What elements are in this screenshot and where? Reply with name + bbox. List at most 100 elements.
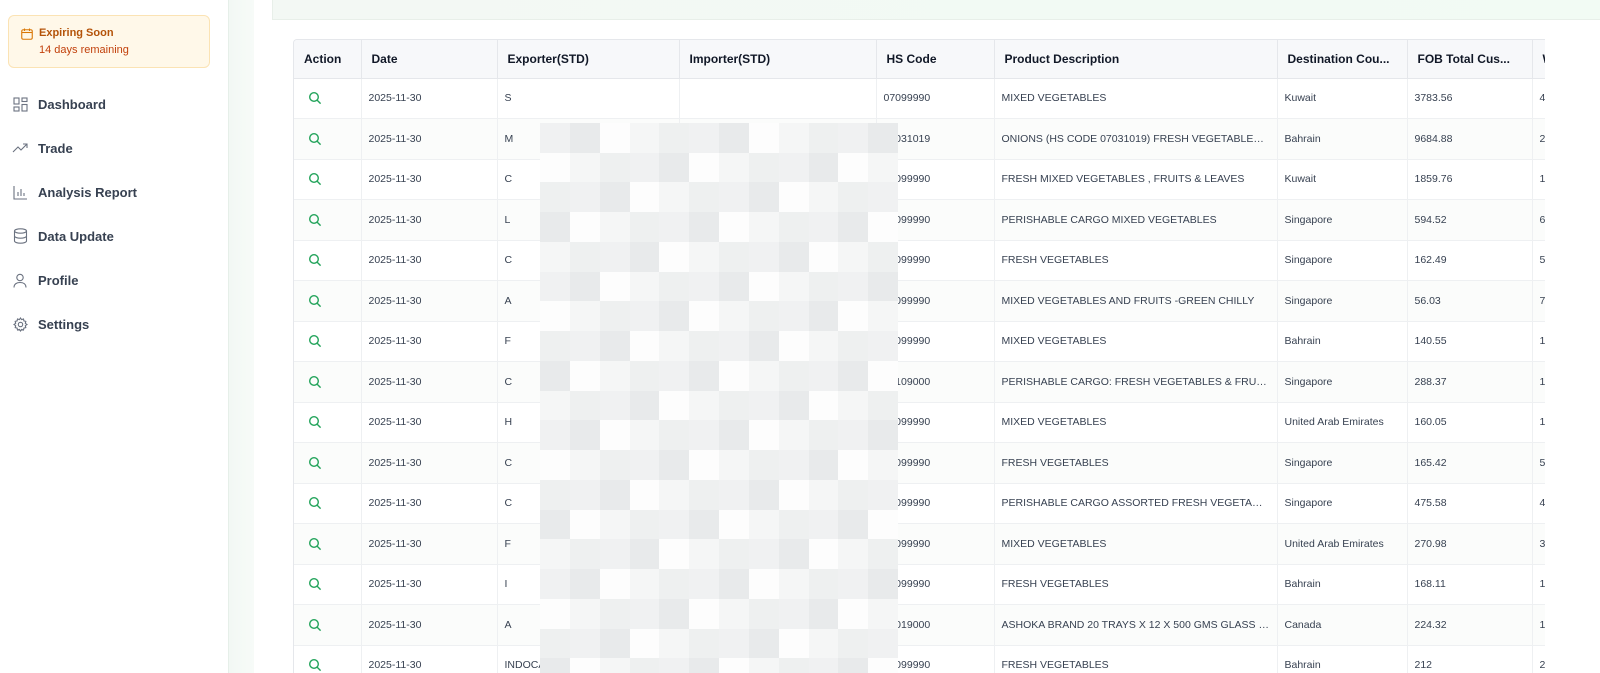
table-row[interactable]: 2025-11-30 M 07031019 ONIONS (HS CODE 07031… <box>294 118 1545 160</box>
table-row[interactable]: 2025-11-30 A S 07099990 MIXED VEGETABLES AND… <box>294 280 1545 322</box>
sidebar-item-trade[interactable]: Trade <box>0 126 228 170</box>
row-view-action[interactable] <box>294 564 362 605</box>
expiry-subtitle: 14 days remaining <box>39 44 129 56</box>
row-view-action[interactable] <box>294 361 362 403</box>
cell-product-description: MIXED VEGETABLES AND FRUITS -GREEN CHILL… <box>994 280 1278 322</box>
table-row[interactable]: 2025-11-30 F 07099990 MIXED VEGETABLES Unite… <box>294 523 1545 565</box>
column-header-date[interactable]: Date <box>361 40 498 79</box>
search-icon[interactable] <box>308 456 322 469</box>
table-row[interactable]: 2025-11-30 S 07099990 MIXED VEGETABLES Kuwai… <box>294 78 1545 119</box>
cell-hs-code: 07099990 <box>876 483 995 524</box>
table-row[interactable]: 2025-11-30 A 20019000 ASHOKA BRAND 20 TRAYS… <box>294 604 1545 646</box>
sidebar-item-settings[interactable]: Settings <box>0 302 228 346</box>
row-view-action[interactable] <box>294 280 362 322</box>
cell-exporter: C <box>497 361 680 403</box>
search-icon[interactable] <box>308 416 322 429</box>
row-view-action[interactable] <box>294 442 362 484</box>
cell-product-description: ASHOKA BRAND 20 TRAYS X 12 X 500 GMS GLA… <box>994 604 1278 646</box>
column-header-fob-total[interactable]: FOB Total Cus... <box>1407 40 1533 79</box>
row-view-action[interactable] <box>294 240 362 281</box>
cell-date: 2025-11-30 <box>361 361 498 403</box>
table-row[interactable]: 2025-11-30 C. 07099990 FRESH MIXED VEGETABL… <box>294 159 1545 200</box>
search-icon[interactable] <box>308 92 322 105</box>
row-view-action[interactable] <box>294 645 362 673</box>
search-icon[interactable] <box>308 375 322 388</box>
row-view-action[interactable] <box>294 321 362 362</box>
column-header-product-description[interactable]: Product Description <box>994 40 1278 79</box>
sidebar-item-analysis-report[interactable]: Analysis Report <box>0 170 228 214</box>
column-header-w[interactable]: W <box>1532 40 1545 79</box>
table-row[interactable]: 2025-11-30 C 07109000 PERISHABLE CARGO: FRE… <box>294 361 1545 403</box>
sidebar-item-profile[interactable]: Profile <box>0 258 228 302</box>
cell-date: 2025-11-30 <box>361 280 498 322</box>
table-row[interactable]: 2025-11-30 H 07099990 MIXED VEGETABLES Unite… <box>294 402 1545 443</box>
row-view-action[interactable] <box>294 118 362 160</box>
table-row[interactable]: 2025-11-30 F L 07099990 MIXED VEGETABLES Bahr… <box>294 321 1545 362</box>
column-header-action[interactable]: Action <box>294 40 362 79</box>
cell-fob-total: 165.42 <box>1407 442 1533 484</box>
search-icon[interactable] <box>308 537 322 550</box>
search-icon[interactable] <box>308 659 322 672</box>
search-icon[interactable] <box>308 254 322 267</box>
sidebar-item-dashboard[interactable]: Dashboard <box>0 82 228 126</box>
cell-date: 2025-11-30 <box>361 483 498 524</box>
search-icon[interactable] <box>308 213 322 226</box>
cell-product-description: PERISHABLE CARGO MIXED VEGETABLES <box>994 199 1278 241</box>
table-row[interactable]: 2025-11-30 C) 07099990 FRESH VEGETABLES Sing… <box>294 442 1545 484</box>
search-icon[interactable] <box>308 173 322 186</box>
cell-hs-code: 07099990 <box>876 523 995 565</box>
row-view-action[interactable] <box>294 402 362 443</box>
row-view-action[interactable] <box>294 199 362 241</box>
cell-date: 2025-11-30 <box>361 199 498 241</box>
cell-w: 12 <box>1532 604 1545 646</box>
cell-importer <box>679 564 877 605</box>
cell-w: 16 <box>1532 159 1545 200</box>
cell-w: 59 <box>1532 442 1545 484</box>
column-header-exporter[interactable]: Exporter(STD) <box>497 40 680 79</box>
cell-destination-country: Singapore <box>1277 442 1408 484</box>
cell-w: 46 <box>1532 483 1545 524</box>
cell-destination-country: Bahrain <box>1277 321 1408 362</box>
cell-w: 21 <box>1532 645 1545 673</box>
search-icon[interactable] <box>308 294 322 307</box>
row-view-action[interactable] <box>294 159 362 200</box>
search-icon[interactable] <box>308 132 322 145</box>
cell-fob-total: 140.55 <box>1407 321 1533 362</box>
search-icon[interactable] <box>308 578 322 591</box>
sidebar-item-label: Trade <box>38 140 73 156</box>
search-icon[interactable] <box>308 497 322 510</box>
row-view-action[interactable] <box>294 604 362 646</box>
table-row[interactable]: 2025-11-30 C 07099990 PERISHABLE CARGO ASSO… <box>294 483 1545 524</box>
table-row[interactable]: 2025-11-30 L 07099990 PERISHABLE CARGO MIXE… <box>294 199 1545 241</box>
cell-w: 62 <box>1532 199 1545 241</box>
cell-hs-code: 07109000 <box>876 361 995 403</box>
cell-product-description: MIXED VEGETABLES <box>994 402 1278 443</box>
sidebar-item-data-update[interactable]: Data Update <box>0 214 228 258</box>
row-view-action[interactable] <box>294 78 362 119</box>
row-view-action[interactable] <box>294 523 362 565</box>
expiry-banner[interactable]: Expiring Soon 14 days remaining <box>8 15 210 68</box>
cell-w: 14 <box>1532 321 1545 362</box>
cell-hs-code: 07099990 <box>876 645 995 673</box>
trade-data-table[interactable]: Action Date Exporter(STD) Importer(STD) … <box>293 39 1545 673</box>
cell-exporter: L <box>497 199 680 241</box>
cell-importer <box>679 78 877 119</box>
column-header-importer[interactable]: Importer(STD) <box>679 40 877 79</box>
table-row[interactable]: 2025-11-30 C 07099990 FRESH VEGETABLES Singa… <box>294 240 1545 281</box>
row-view-action[interactable] <box>294 483 362 524</box>
search-icon[interactable] <box>308 335 322 348</box>
cell-importer: ) <box>679 442 877 484</box>
column-header-hs-code[interactable]: HS Code <box>876 40 995 79</box>
cell-product-description: MIXED VEGETABLES <box>994 321 1278 362</box>
cell-product-description: ONIONS (HS CODE 07031019) FRESH VEGETABL… <box>994 118 1278 160</box>
table-row[interactable]: 2025-11-30 I 07099990 FRESH VEGETABLES Bahra… <box>294 564 1545 605</box>
cell-date: 2025-11-30 <box>361 442 498 484</box>
column-header-destination-country[interactable]: Destination Cou... <box>1277 40 1408 79</box>
cell-fob-total: 168.11 <box>1407 564 1533 605</box>
cell-product-description: MIXED VEGETABLES <box>994 523 1278 565</box>
cell-importer: L <box>679 321 877 362</box>
table-row[interactable]: 2025-11-30 INDOCA ENTERPRISES ALJUMMA ALIY… <box>294 645 1545 673</box>
search-icon[interactable] <box>308 618 322 631</box>
cell-hs-code: 07099990 <box>876 240 995 281</box>
dashboard-grid-icon <box>12 96 28 112</box>
